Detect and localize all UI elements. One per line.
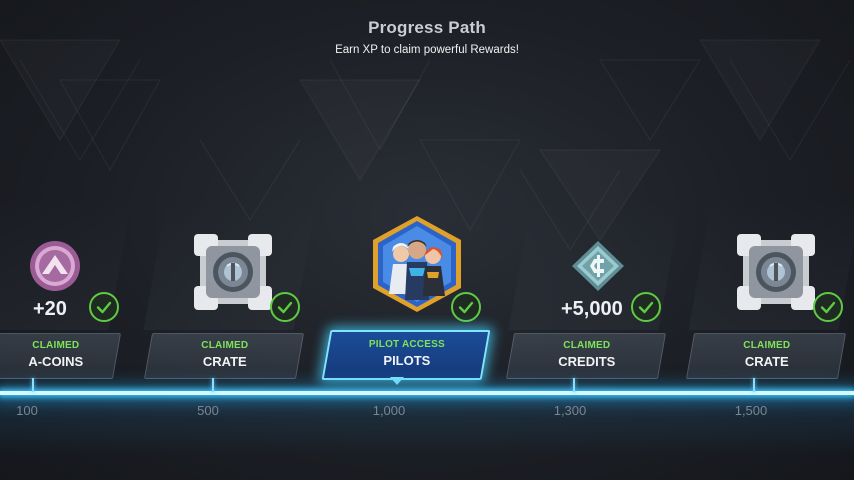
reward-name: PILOTS xyxy=(383,353,431,368)
claimed-check-icon xyxy=(89,292,119,322)
reward-name: CRATE xyxy=(202,354,247,369)
reward-status: CLAIMED xyxy=(743,340,791,351)
a-coin-icon xyxy=(28,240,84,297)
credits-icon xyxy=(570,240,626,297)
reward-card[interactable]: CLAIMED CRATE xyxy=(143,333,305,379)
reward-card-active[interactable]: PILOT ACCESS PILOTS xyxy=(321,330,491,380)
claimed-check-icon xyxy=(270,292,300,322)
reward-status: PILOT ACCESS xyxy=(368,339,445,350)
reward-card[interactable]: CLAIMED CRATE xyxy=(685,333,847,379)
track-tick xyxy=(32,378,34,392)
xp-milestone-label: 1,500 xyxy=(734,403,768,418)
xp-milestone-label: 500 xyxy=(197,403,219,418)
page-subtitle: Earn XP to claim powerful Rewards! xyxy=(335,44,519,56)
xp-milestone-label: 1,300 xyxy=(553,403,587,418)
reward-status: CLAIMED xyxy=(563,340,611,351)
claimed-check-icon xyxy=(451,292,481,322)
reward-name: CREDITS xyxy=(558,354,616,369)
crate-icon xyxy=(733,230,819,319)
reward-name: A-COINS xyxy=(28,354,84,369)
reward-card[interactable]: CLAIMED CREDITS xyxy=(505,333,667,379)
track-tick xyxy=(212,378,214,392)
reward-name: CRATE xyxy=(744,354,789,369)
crate-icon xyxy=(190,230,276,319)
claimed-check-icon xyxy=(813,292,843,322)
reward-card[interactable]: CLAIMED A-COINS xyxy=(0,333,122,379)
track-tick xyxy=(573,378,575,392)
xp-milestone-label: 100 xyxy=(16,403,38,418)
reward-amount: +20 xyxy=(33,298,67,320)
page-title: Progress Path xyxy=(368,18,486,37)
reward-status: CLAIMED xyxy=(32,340,80,351)
reward-amount: +5,000 xyxy=(561,298,623,320)
claimed-check-icon xyxy=(631,292,661,322)
reward-status: CLAIMED xyxy=(201,340,249,351)
progress-track xyxy=(0,391,854,395)
header: Progress Path Earn XP to claim powerful … xyxy=(0,18,854,56)
track-tick xyxy=(753,378,755,392)
active-pointer-icon xyxy=(390,377,404,385)
xp-milestone-label: 1,000 xyxy=(372,403,406,418)
